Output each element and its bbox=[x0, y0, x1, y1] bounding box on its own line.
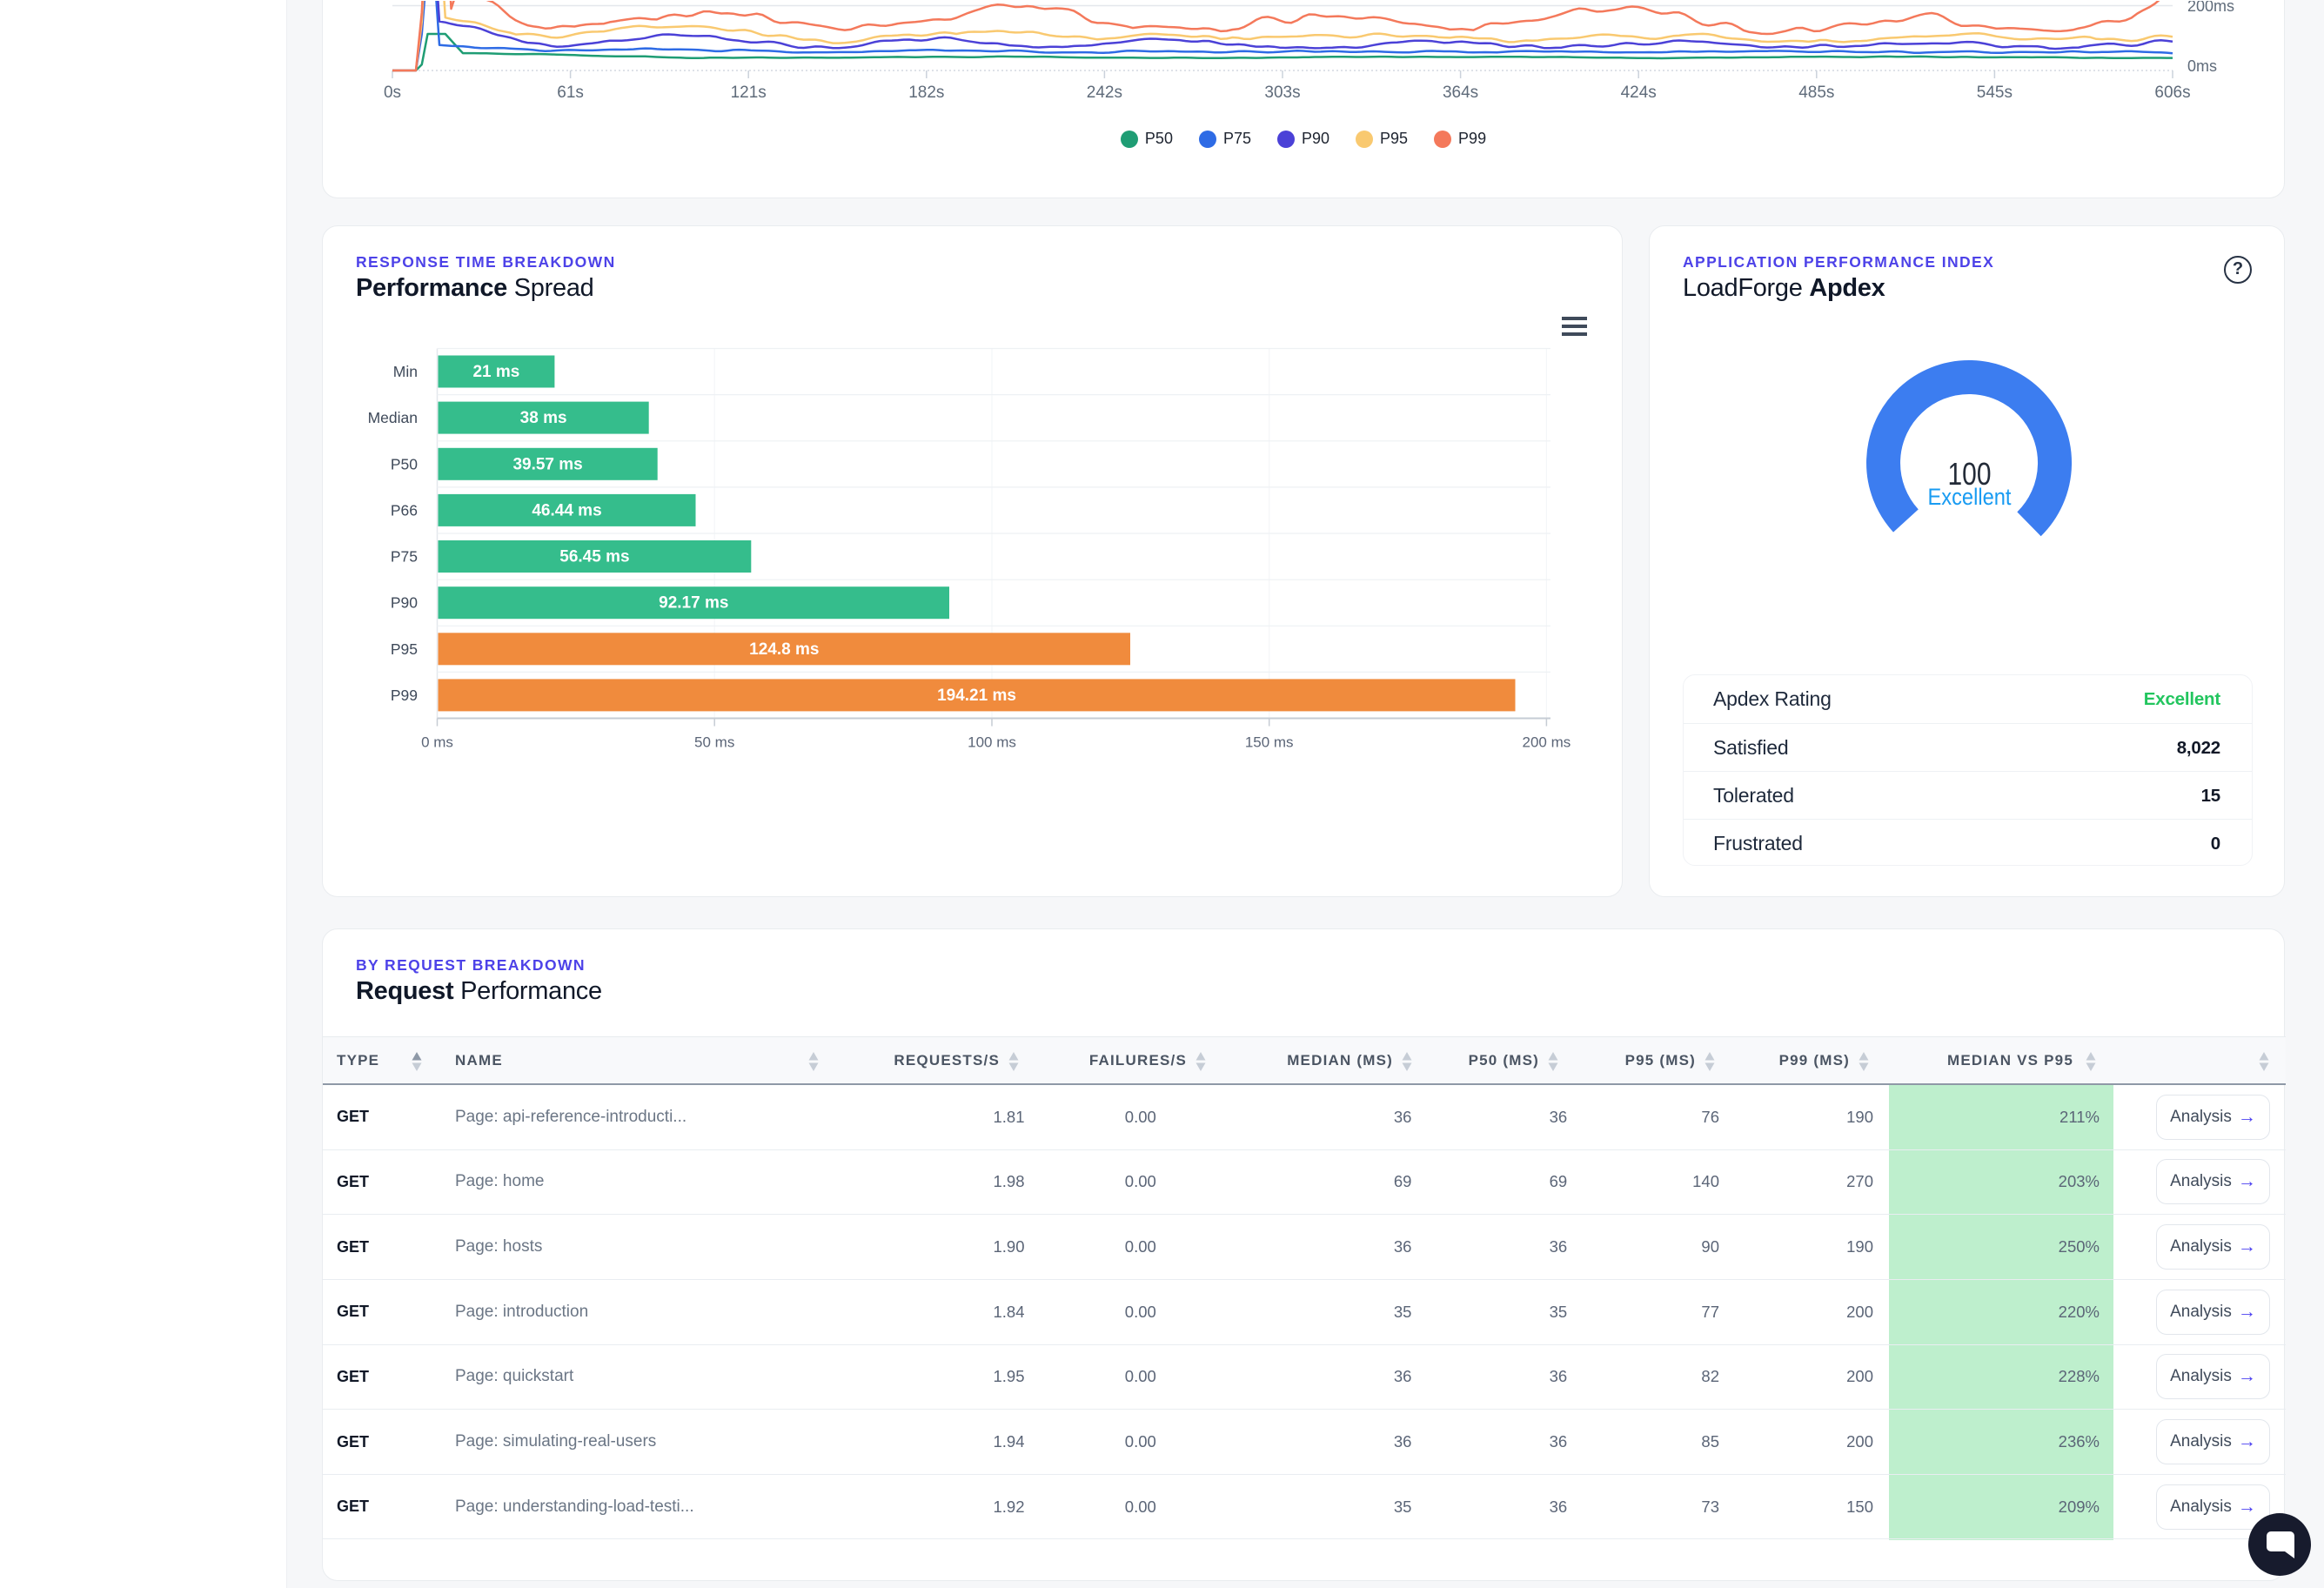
svg-text:38 ms: 38 ms bbox=[520, 409, 567, 427]
svg-text:485s: 485s bbox=[1798, 84, 1834, 102]
svg-text:242s: 242s bbox=[1087, 84, 1122, 102]
svg-text:0 ms: 0 ms bbox=[421, 734, 453, 751]
svg-text:P99: P99 bbox=[391, 687, 418, 704]
svg-text:39.57 ms: 39.57 ms bbox=[512, 455, 582, 473]
svg-text:124.8 ms: 124.8 ms bbox=[749, 640, 819, 659]
svg-text:0ms: 0ms bbox=[2187, 57, 2217, 75]
svg-text:21 ms: 21 ms bbox=[472, 363, 519, 381]
svg-text:200 ms: 200 ms bbox=[1523, 734, 1571, 751]
svg-text:424s: 424s bbox=[1621, 84, 1657, 102]
svg-text:P95: P95 bbox=[391, 640, 418, 658]
svg-text:46.44 ms: 46.44 ms bbox=[532, 501, 601, 519]
svg-text:121s: 121s bbox=[731, 84, 767, 102]
svg-text:364s: 364s bbox=[1443, 84, 1478, 102]
svg-text:0s: 0s bbox=[384, 84, 401, 102]
svg-text:P90: P90 bbox=[391, 594, 418, 612]
svg-text:61s: 61s bbox=[557, 84, 584, 102]
svg-text:606s: 606s bbox=[2154, 84, 2190, 102]
svg-text:Median: Median bbox=[368, 409, 418, 426]
svg-text:182s: 182s bbox=[908, 84, 944, 102]
svg-text:P50: P50 bbox=[391, 455, 418, 472]
svg-text:Excellent: Excellent bbox=[1928, 484, 2012, 510]
svg-text:545s: 545s bbox=[1977, 84, 2013, 102]
svg-text:92.17 ms: 92.17 ms bbox=[659, 594, 728, 613]
svg-text:50 ms: 50 ms bbox=[694, 734, 734, 751]
svg-text:Min: Min bbox=[393, 363, 418, 380]
svg-text:P66: P66 bbox=[391, 501, 418, 519]
svg-text:150 ms: 150 ms bbox=[1245, 734, 1294, 751]
svg-text:P75: P75 bbox=[391, 548, 418, 566]
svg-text:100 ms: 100 ms bbox=[968, 734, 1016, 751]
svg-text:303s: 303s bbox=[1264, 84, 1300, 102]
svg-text:200ms: 200ms bbox=[2187, 1, 2234, 15]
svg-text:56.45 ms: 56.45 ms bbox=[559, 548, 629, 566]
svg-text:194.21 ms: 194.21 ms bbox=[937, 687, 1016, 705]
